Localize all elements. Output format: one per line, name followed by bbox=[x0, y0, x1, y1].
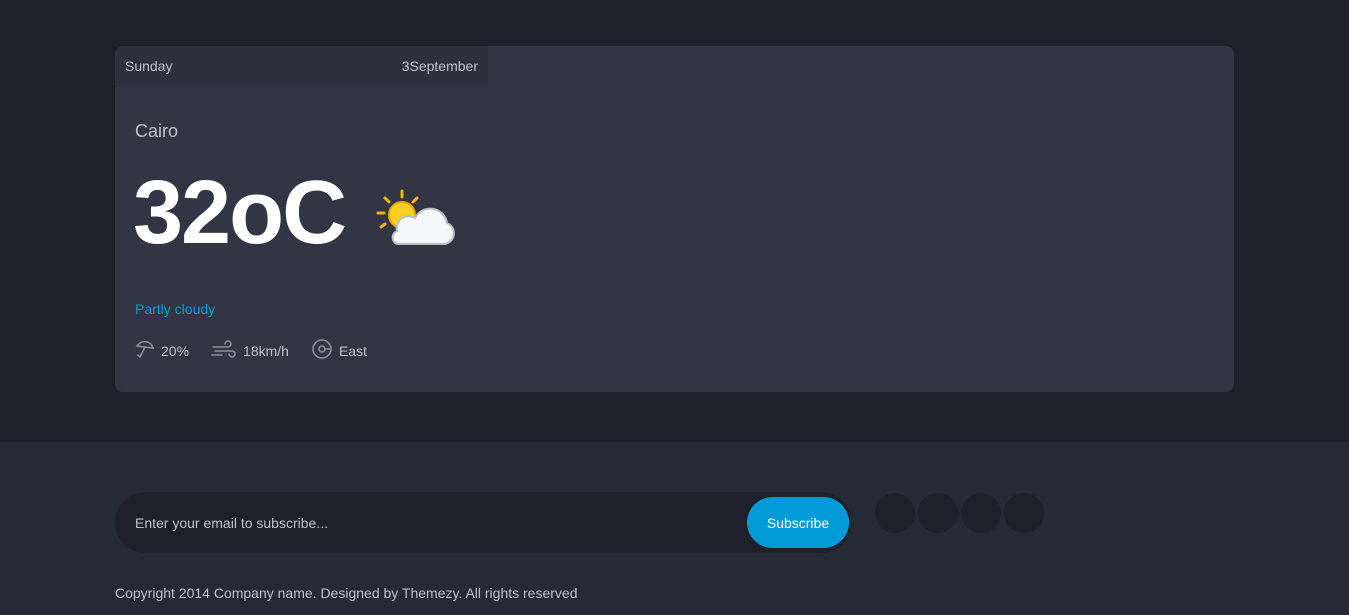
wind-icon bbox=[211, 339, 243, 362]
social-icon-3[interactable] bbox=[961, 493, 1001, 533]
weather-condition: Partly cloudy bbox=[135, 301, 216, 317]
site-footer: Subscribe Copyright 2014 Company name. D… bbox=[0, 442, 1349, 615]
weather-card: Sunday 3September Cairo 32oC Partly clou… bbox=[115, 46, 1234, 392]
weather-stats: 20% 18km/h East bbox=[135, 338, 389, 363]
precipitation-stat: 20% bbox=[135, 339, 189, 362]
umbrella-icon bbox=[135, 339, 161, 362]
wind-direction-value: East bbox=[338, 342, 367, 359]
precipitation-value: 20% bbox=[161, 342, 190, 359]
location-name: Cairo bbox=[135, 121, 179, 141]
subscribe-button[interactable]: Subscribe bbox=[747, 497, 849, 548]
social-icon-1[interactable] bbox=[875, 493, 915, 533]
temperature-value: 32 bbox=[133, 163, 231, 263]
social-icon-4[interactable] bbox=[1004, 493, 1044, 533]
card-header: Sunday 3September bbox=[115, 46, 488, 87]
forecast-section: Sunday 3September Cairo 32oC Partly clou… bbox=[0, 0, 1349, 442]
wind-direction-stat: East bbox=[311, 338, 367, 363]
temperature-unit: oC bbox=[229, 163, 347, 263]
wind-speed-value: 18km/h bbox=[243, 342, 289, 359]
forecast-date: 3September bbox=[401, 58, 478, 74]
temperature-display: 32oC bbox=[133, 158, 347, 268]
social-icon-2[interactable] bbox=[918, 493, 958, 533]
wind-speed-stat: 18km/h bbox=[211, 339, 289, 362]
subscribe-form: Subscribe bbox=[115, 492, 852, 553]
partly-cloudy-icon bbox=[375, 186, 457, 250]
compass-icon bbox=[311, 338, 339, 363]
forecast-day: Sunday bbox=[125, 58, 173, 74]
social-links bbox=[875, 493, 1047, 533]
email-input[interactable] bbox=[135, 492, 735, 553]
copyright-text: Copyright 2014 Company name. Designed by… bbox=[115, 585, 578, 601]
